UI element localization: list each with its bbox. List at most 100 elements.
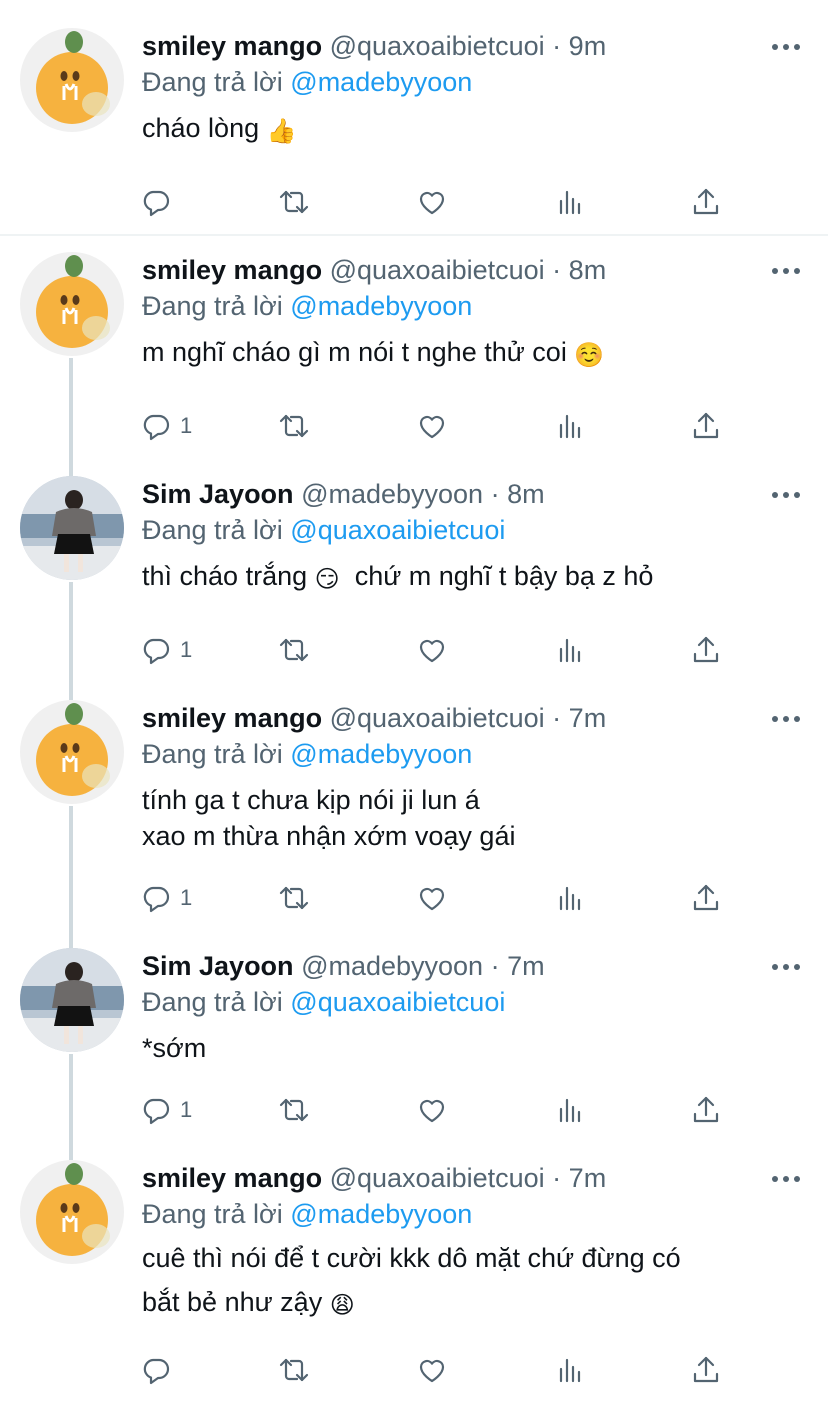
retweet-icon — [279, 1098, 309, 1122]
mango-avatar[interactable] — [20, 252, 124, 356]
analytics-button[interactable] — [554, 184, 586, 220]
share-button[interactable] — [690, 1092, 722, 1128]
retweet-button[interactable] — [278, 1092, 310, 1128]
mango-avatar[interactable] — [20, 700, 124, 804]
tweet-header: smiley mango @quaxoaibietcuoi · 9m — [142, 30, 798, 62]
tweet[interactable]: Sim Jayoon @madebyyoon · 8m Đang trả lời… — [0, 460, 828, 684]
share-button[interactable] — [690, 1352, 722, 1388]
timestamp[interactable]: 9m — [569, 31, 607, 61]
mention-link[interactable]: @madebyyoon — [290, 1199, 472, 1229]
photo-avatar[interactable] — [20, 948, 124, 1052]
user-handle[interactable]: @madebyyoon — [301, 479, 483, 509]
like-button[interactable] — [416, 1352, 448, 1388]
retweet-button[interactable] — [278, 880, 310, 916]
reply-count: 1 — [180, 1097, 193, 1122]
reply-button[interactable]: 1 — [140, 408, 192, 444]
share-icon — [693, 412, 719, 439]
reply-prefix: Đang trả lời — [142, 515, 283, 545]
retweet-button[interactable] — [278, 184, 310, 220]
mango-avatar[interactable] — [20, 1160, 124, 1264]
tweet-header: smiley mango @quaxoaibietcuoi · 7m — [142, 702, 798, 734]
heart-icon — [419, 887, 445, 911]
like-button[interactable] — [416, 880, 448, 916]
more-options-icon[interactable] — [772, 1175, 800, 1183]
tweet-text: tính ga t chưa kịp nói ji lun á xao m th… — [142, 785, 516, 851]
mention-link[interactable]: @madebyyoon — [290, 739, 472, 769]
display-name[interactable]: smiley mango — [142, 31, 322, 61]
share-button[interactable] — [690, 880, 722, 916]
tweet-text-body: cuê thì nói để t cười kkk dô mặt chứ đừn… — [142, 1243, 681, 1317]
display-name[interactable]: Sim Jayoon — [142, 951, 294, 981]
user-handle[interactable]: @quaxoaibietcuoi — [330, 255, 545, 285]
mention-link[interactable]: @quaxoaibietcuoi — [290, 515, 505, 545]
reply-count: 1 — [180, 885, 193, 910]
mention-link[interactable]: @madebyyoon — [290, 67, 472, 97]
retweet-button[interactable] — [278, 408, 310, 444]
separator-dot: · — [552, 703, 562, 733]
more-options-icon[interactable] — [772, 491, 800, 499]
timestamp[interactable]: 7m — [569, 703, 607, 733]
analytics-icon — [559, 1098, 581, 1123]
reply-button[interactable]: 1 — [140, 880, 192, 916]
tweet[interactable]: Sim Jayoon @madebyyoon · 7m Đang trả lời… — [0, 932, 828, 1144]
mention-link[interactable]: @quaxoaibietcuoi — [290, 987, 505, 1017]
display-name[interactable]: smiley mango — [142, 1163, 322, 1193]
timestamp[interactable]: 8m — [507, 479, 545, 509]
user-handle[interactable]: @madebyyoon — [301, 951, 483, 981]
heart-icon — [419, 1099, 445, 1123]
analytics-button[interactable] — [554, 880, 586, 916]
like-button[interactable] — [416, 408, 448, 444]
share-button[interactable] — [690, 632, 722, 668]
reply-context: Đang trả lời @madebyyoon — [142, 1198, 798, 1230]
reply-context: Đang trả lời @quaxoaibietcuoi — [142, 514, 798, 546]
tweet-header: smiley mango @quaxoaibietcuoi · 7m — [142, 1162, 798, 1194]
timestamp[interactable]: 7m — [507, 951, 545, 981]
reply-button[interactable]: 1 — [140, 1092, 192, 1128]
tweet[interactable]: smiley mango @quaxoaibietcuoi · 7m Đang … — [0, 684, 828, 932]
tweet-actions: 1 — [140, 408, 730, 444]
display-name[interactable]: smiley mango — [142, 703, 322, 733]
like-button[interactable] — [416, 1092, 448, 1128]
tweet-header: Sim Jayoon @madebyyoon · 7m — [142, 950, 798, 982]
tweet[interactable]: smiley mango @quaxoaibietcuoi · 9m Đang … — [0, 0, 828, 234]
separator-dot: · — [552, 31, 562, 61]
analytics-button[interactable] — [554, 1352, 586, 1388]
mention-link[interactable]: @madebyyoon — [290, 291, 472, 321]
analytics-button[interactable] — [554, 1092, 586, 1128]
more-options-icon[interactable] — [772, 267, 800, 275]
tweet[interactable]: smiley mango @quaxoaibietcuoi · 7m Đang … — [0, 1144, 828, 1403]
tweet-text: cháo lòng 👍 — [142, 110, 798, 146]
reply-button[interactable]: 1 — [140, 632, 192, 668]
tweet-text-part: chứ m nghĩ t bậy bạ z hỏ — [354, 561, 654, 591]
like-button[interactable] — [416, 184, 448, 220]
analytics-button[interactable] — [554, 408, 586, 444]
reply-icon — [143, 638, 170, 665]
more-options-icon[interactable] — [772, 43, 800, 51]
reply-button[interactable] — [140, 184, 180, 220]
reply-icon — [143, 190, 170, 217]
display-name[interactable]: Sim Jayoon — [142, 479, 294, 509]
more-options-icon[interactable] — [772, 963, 800, 971]
tweet[interactable]: smiley mango @quaxoaibietcuoi · 8m Đang … — [0, 236, 828, 460]
share-button[interactable] — [690, 408, 722, 444]
photo-avatar[interactable] — [20, 476, 124, 580]
share-button[interactable] — [690, 184, 722, 220]
retweet-button[interactable] — [278, 1352, 310, 1388]
mango-avatar[interactable] — [20, 28, 124, 132]
timestamp[interactable]: 8m — [569, 255, 607, 285]
user-handle[interactable]: @quaxoaibietcuoi — [330, 1163, 545, 1193]
heart-icon — [419, 639, 445, 663]
timestamp[interactable]: 7m — [569, 1163, 607, 1193]
reply-button[interactable] — [140, 1352, 180, 1388]
display-name[interactable]: smiley mango — [142, 255, 322, 285]
user-handle[interactable]: @quaxoaibietcuoi — [330, 31, 545, 61]
analytics-button[interactable] — [554, 632, 586, 668]
reply-prefix: Đang trả lời — [142, 67, 283, 97]
tweet-text-body: cháo lòng — [142, 113, 260, 143]
user-handle[interactable]: @quaxoaibietcuoi — [330, 703, 545, 733]
tweet-actions: 1 — [140, 880, 730, 916]
like-button[interactable] — [416, 632, 448, 668]
more-options-icon[interactable] — [772, 715, 800, 723]
retweet-button[interactable] — [278, 632, 310, 668]
analytics-icon — [559, 190, 581, 215]
